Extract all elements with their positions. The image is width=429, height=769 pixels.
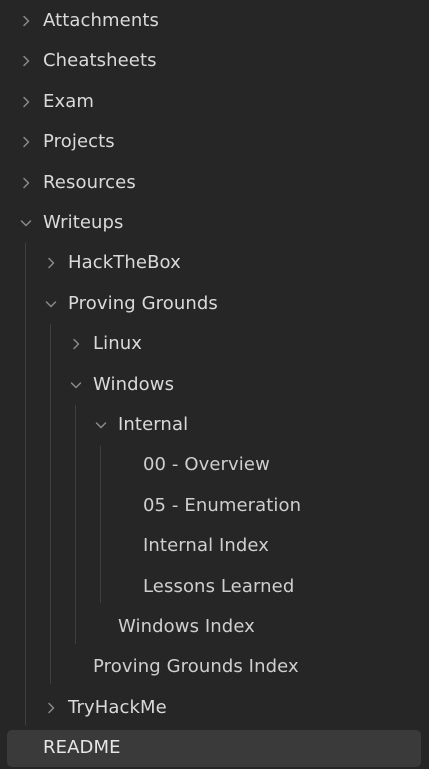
chevron-right-icon[interactable] — [44, 701, 58, 715]
tree-item-label: Proving Grounds — [68, 293, 218, 314]
chevron-down-icon[interactable] — [44, 297, 58, 311]
tree-item-label: Internal Index — [143, 535, 270, 556]
chevron-down-icon[interactable] — [19, 216, 33, 230]
tree-item-label: Windows Index — [118, 616, 255, 637]
chevron-right-icon[interactable] — [19, 135, 33, 149]
tree-item-writeups[interactable]: Writeups — [0, 205, 429, 241]
tree-item-label: 05 - Enumeration — [143, 495, 302, 516]
file-explorer-tree: Attachments Cheatsheets Exam Projects Re… — [0, 0, 429, 769]
tree-item-internal-index[interactable]: Internal Index — [0, 528, 429, 564]
chevron-down-icon[interactable] — [94, 418, 108, 432]
tree-item-linux[interactable]: Linux — [0, 326, 429, 362]
tree-item-resources[interactable]: Resources — [0, 165, 429, 201]
tree-item-label: Windows — [93, 374, 175, 395]
chevron-right-icon[interactable] — [19, 176, 33, 190]
tree-item-tryhackme[interactable]: TryHackMe — [0, 690, 429, 726]
tree-item-label: Exam — [43, 91, 94, 112]
chevron-right-icon[interactable] — [44, 256, 58, 270]
chevron-right-icon[interactable] — [19, 95, 33, 109]
tree-item-label: Resources — [43, 172, 136, 193]
tree-item-exam[interactable]: Exam — [0, 84, 429, 120]
tree-item-label: HackTheBox — [68, 252, 181, 273]
tree-item-00-overview[interactable]: 00 - Overview — [0, 447, 429, 483]
tree-item-label: Writeups — [43, 212, 124, 233]
tree-item-label: Attachments — [43, 10, 159, 31]
tree-item-proving-grounds-index[interactable]: Proving Grounds Index — [0, 649, 429, 685]
tree-item-cheatsheets[interactable]: Cheatsheets — [0, 43, 429, 79]
chevron-right-icon[interactable] — [19, 54, 33, 68]
tree-item-label: Internal — [118, 414, 189, 435]
tree-item-label: TryHackMe — [68, 697, 167, 718]
tree-item-label: 00 - Overview — [143, 454, 270, 475]
tree-item-hackthebox[interactable]: HackTheBox — [0, 245, 429, 281]
tree-item-label: Proving Grounds Index — [93, 656, 299, 677]
tree-item-readme[interactable]: README — [0, 730, 429, 766]
tree-item-lessons-learned[interactable]: Lessons Learned — [0, 569, 429, 605]
tree-item-projects[interactable]: Projects — [0, 124, 429, 160]
tree-item-proving-grounds[interactable]: Proving Grounds — [0, 286, 429, 322]
tree-item-internal[interactable]: Internal — [0, 407, 429, 443]
tree-item-label: Linux — [93, 333, 142, 354]
tree-item-label: Lessons Learned — [143, 576, 295, 597]
tree-item-windows-index[interactable]: Windows Index — [0, 609, 429, 645]
tree-item-label: README — [43, 737, 121, 758]
tree-item-05-enumeration[interactable]: 05 - Enumeration — [0, 488, 429, 524]
tree-item-label: Projects — [43, 131, 115, 152]
tree-item-label: Cheatsheets — [43, 50, 157, 71]
tree-item-attachments[interactable]: Attachments — [0, 3, 429, 39]
tree-item-windows[interactable]: Windows — [0, 367, 429, 403]
chevron-right-icon[interactable] — [69, 337, 83, 351]
chevron-down-icon[interactable] — [69, 378, 83, 392]
chevron-right-icon[interactable] — [19, 14, 33, 28]
